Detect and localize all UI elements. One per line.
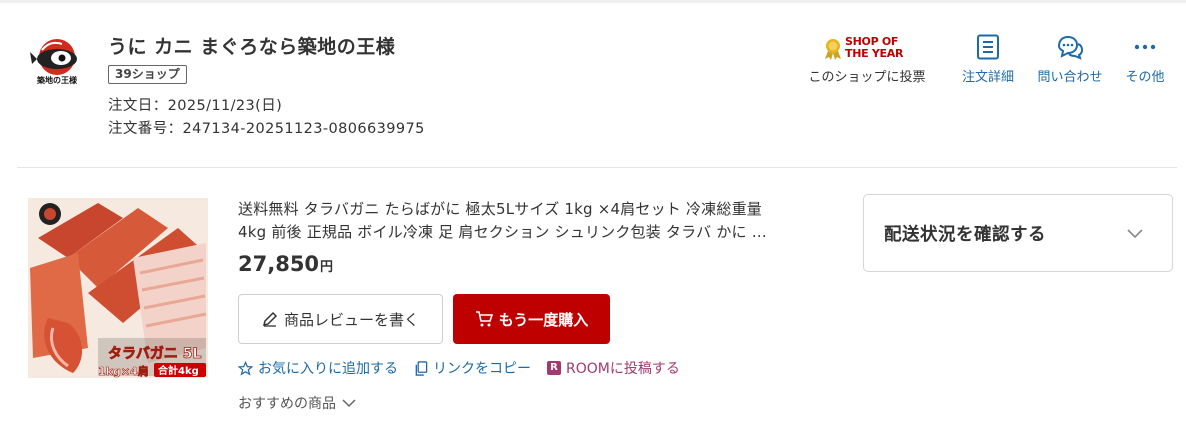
- product-title-line1: 送料無料 タラバガニ たらばがに 極太5Lサイズ 1kg ×4肩セット 冷凍総重…: [238, 200, 762, 218]
- add-favorite-label: お気に入りに追加する: [258, 361, 398, 377]
- shop-39-badge: 39ショップ: [108, 65, 187, 84]
- contact-label: 問い合わせ: [1037, 70, 1103, 85]
- product-links: お気に入りに追加する リンクをコピー R ROOMに投稿する: [238, 358, 696, 378]
- copy-link[interactable]: リンクをコピー: [414, 358, 531, 378]
- price-value: 27,850: [238, 252, 320, 276]
- product-image[interactable]: タラバガニ 5L 1kg×4肩 合計4kg: [28, 198, 208, 378]
- write-review-button[interactable]: 商品レビューを書く: [238, 294, 443, 344]
- recommended-products-label: おすすめの商品: [238, 396, 336, 412]
- shop-logo[interactable]: 築地の王様: [28, 32, 86, 90]
- price-unit: 円: [320, 260, 334, 275]
- room-logo-icon: R: [547, 361, 561, 375]
- svg-text:築地の王様: 築地の王様: [36, 75, 78, 85]
- post-to-room-label: ROOMに投稿する: [566, 361, 680, 377]
- product-image-caption: タラバガニ 5L: [108, 346, 201, 362]
- recommended-products-toggle[interactable]: おすすめの商品: [238, 393, 356, 413]
- shop-of-the-year-vote[interactable]: SHOP OF THE YEAR このショップに投票: [798, 36, 936, 86]
- shop-of-year-line2: THE YEAR: [845, 47, 904, 60]
- product-image-weight: 1kg×4肩: [98, 364, 149, 378]
- top-divider: [0, 0, 1186, 3]
- product-title-line2: 4kg 前後 正規品 ボイル冷凍 足 肩セクション シュリンク包装 タラバ かに…: [238, 223, 767, 241]
- star-icon: [238, 360, 253, 376]
- buy-again-label: もう一度購入: [498, 310, 589, 329]
- cart-icon: [475, 311, 493, 327]
- more-dots-icon: [1134, 44, 1156, 50]
- delivery-status-button[interactable]: 配送状況を確認する: [863, 194, 1173, 272]
- pencil-icon: [262, 311, 278, 327]
- product-image-total: 合計4kg: [157, 364, 199, 377]
- copy-icon: [415, 360, 428, 376]
- buy-again-button[interactable]: もう一度購入: [453, 294, 610, 344]
- section-divider: [17, 167, 1177, 168]
- order-number: 注文番号：247134-20251123-0806639975: [108, 121, 425, 137]
- chevron-down-icon: [342, 399, 356, 408]
- order-detail-button[interactable]: 注文詳細: [955, 34, 1021, 86]
- shop-of-the-year-logo: SHOP OF THE YEAR: [823, 36, 909, 62]
- medal-icon: [825, 39, 841, 60]
- copy-link-label: リンクをコピー: [433, 361, 531, 377]
- write-review-label: 商品レビューを書く: [283, 310, 419, 329]
- chat-bubbles-icon: [1057, 35, 1084, 60]
- order-date: 注文日：2025/11/23(日): [108, 98, 283, 114]
- order-detail-label: 注文詳細: [961, 70, 1014, 85]
- shop-name[interactable]: うに カニ まぐろなら築地の王様: [108, 32, 395, 59]
- post-to-room-link[interactable]: R ROOMに投稿する: [547, 358, 680, 378]
- delivery-status-label: 配送状況を確認する: [884, 224, 1046, 245]
- document-list-icon: [977, 34, 999, 60]
- vote-label: このショップに投票: [808, 70, 926, 85]
- add-favorite-link[interactable]: お気に入りに追加する: [238, 358, 398, 378]
- product-price: 27,850円: [238, 252, 333, 276]
- contact-button[interactable]: 問い合わせ: [1030, 34, 1110, 86]
- product-title[interactable]: 送料無料 タラバガニ たらばがに 極太5Lサイズ 1kg ×4肩セット 冷凍総重…: [238, 198, 818, 244]
- more-label: その他: [1125, 70, 1165, 85]
- more-button[interactable]: その他: [1120, 34, 1170, 86]
- chevron-down-icon: [1127, 229, 1143, 239]
